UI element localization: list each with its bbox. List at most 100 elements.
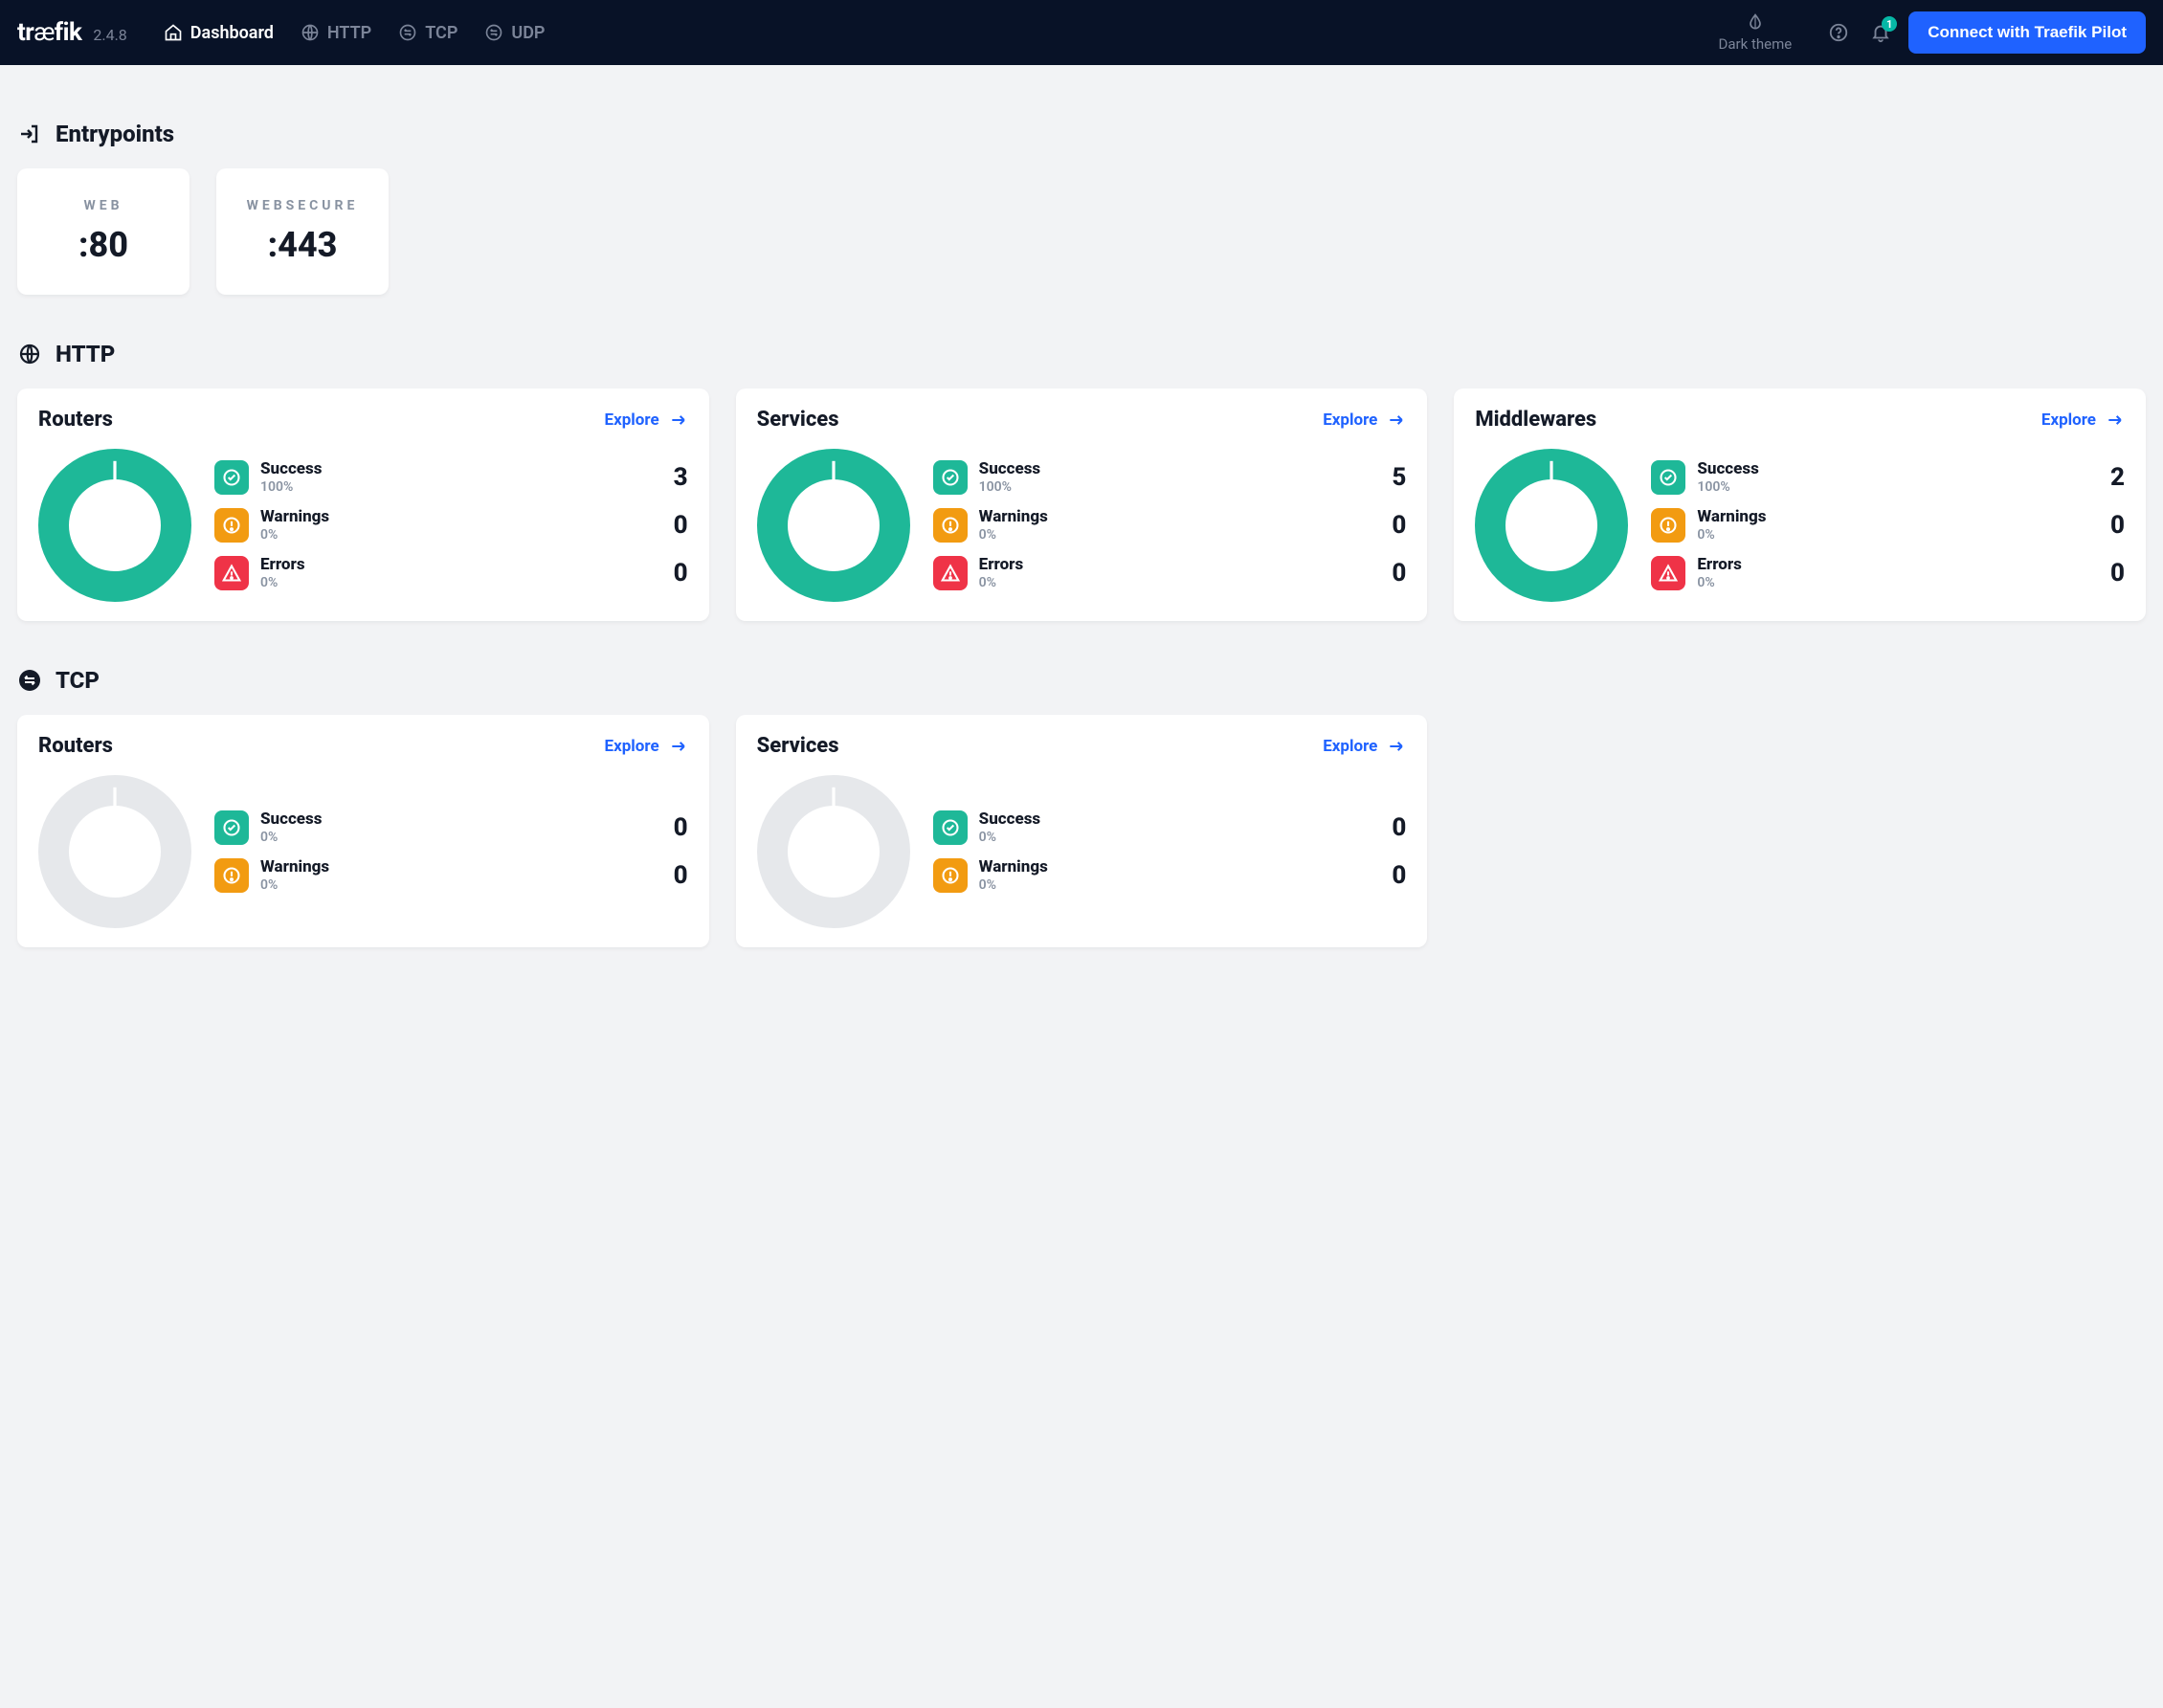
check-circle-icon (933, 460, 968, 495)
alert-circle-icon (214, 858, 249, 893)
topbar: træfik 2.4.8 Dashboard HTTP TCP UDP (0, 0, 2163, 65)
explore-label: Explore (1323, 737, 1377, 756)
header-icons: 1 (1828, 22, 1891, 43)
stats-card: Services Explore Success100% 5 Wa (736, 388, 1428, 621)
stats-card: Middlewares Explore Success100% 2 (1454, 388, 2146, 621)
entrypoint-name: WEB (83, 198, 123, 213)
stat-count: 0 (674, 861, 688, 890)
section-http-title: HTTP (56, 341, 115, 367)
stat-count: 5 (1392, 463, 1406, 492)
explore-link[interactable]: Explore (605, 410, 688, 430)
nav-dashboard[interactable]: Dashboard (164, 23, 274, 43)
stat-label: Success (260, 810, 322, 830)
stat-pct: 0% (1697, 575, 1742, 590)
section-tcp: TCP (17, 667, 2146, 694)
stat-label: Warnings (979, 508, 1048, 527)
stat-pct: 0% (260, 575, 305, 590)
stat-success: Success0% 0 (933, 810, 1407, 845)
explore-link[interactable]: Explore (605, 737, 688, 756)
arrow-right-icon (1387, 410, 1406, 430)
tcp-cards-grid: Routers Explore Success0% 0 Warni (17, 715, 2146, 947)
alert-circle-icon (933, 858, 968, 893)
stat-count: 0 (1392, 861, 1406, 890)
stat-pct: 100% (260, 479, 322, 495)
bell-icon[interactable]: 1 (1870, 22, 1891, 43)
stat-pct: 0% (979, 830, 1040, 845)
alert-circle-icon (214, 508, 249, 543)
swap-icon (484, 23, 503, 42)
check-circle-icon (214, 810, 249, 845)
entrypoint-card[interactable]: WEBSECURE :443 (216, 168, 389, 295)
explore-link[interactable]: Explore (1323, 410, 1406, 430)
explore-link[interactable]: Explore (1323, 737, 1406, 756)
stat-warnings: Warnings0% 0 (933, 508, 1407, 543)
stat-count: 0 (1392, 559, 1406, 588)
content: Entrypoints WEB :80 WEBSECURE :443 HTTP … (0, 65, 2163, 986)
nav-udp[interactable]: UDP (484, 23, 545, 43)
arrow-right-icon (669, 410, 688, 430)
stat-pct: 0% (260, 830, 322, 845)
stat-pct: 0% (1697, 527, 1766, 543)
dark-theme-toggle[interactable]: Dark theme (1719, 12, 1793, 53)
nav-dashboard-label: Dashboard (190, 23, 274, 43)
swap-icon (398, 23, 417, 42)
stat-label: Success (979, 810, 1040, 830)
swap-icon (17, 668, 42, 693)
entrypoints-row: WEB :80 WEBSECURE :443 (17, 168, 2146, 295)
donut-chart (38, 449, 191, 602)
section-http: HTTP (17, 341, 2146, 367)
main-nav: Dashboard HTTP TCP UDP (164, 23, 546, 43)
droplet-icon (1746, 12, 1765, 32)
explore-label: Explore (605, 737, 659, 756)
stats-card: Services Explore Success0% 0 Warn (736, 715, 1428, 947)
nav-http-label: HTTP (327, 23, 371, 43)
globe-icon (301, 23, 320, 42)
stat-count: 0 (1392, 813, 1406, 842)
stat-pct: 100% (1697, 479, 1758, 495)
nav-http[interactable]: HTTP (301, 23, 371, 43)
donut-chart (757, 449, 910, 602)
alert-triangle-icon (214, 556, 249, 590)
stat-errors: Errors0% 0 (933, 556, 1407, 590)
stat-pct: 0% (260, 527, 329, 543)
stat-errors: Errors0% 0 (214, 556, 688, 590)
stat-label: Errors (1697, 556, 1742, 575)
stat-count: 0 (2110, 559, 2125, 588)
entrypoint-card[interactable]: WEB :80 (17, 168, 190, 295)
connect-pilot-button[interactable]: Connect with Traefik Pilot (1908, 11, 2146, 54)
stat-count: 3 (674, 463, 688, 492)
explore-label: Explore (2041, 410, 2096, 430)
stat-success: Success0% 0 (214, 810, 688, 845)
donut-chart (38, 775, 191, 928)
alert-triangle-icon (1651, 556, 1685, 590)
home-icon (164, 23, 183, 42)
stat-label: Warnings (1697, 508, 1766, 527)
login-icon (17, 122, 42, 146)
alert-triangle-icon (933, 556, 968, 590)
stat-label: Errors (260, 556, 305, 575)
stat-count: 0 (674, 559, 688, 588)
stat-label: Warnings (260, 508, 329, 527)
alert-circle-icon (1651, 508, 1685, 543)
section-tcp-title: TCP (56, 667, 100, 694)
explore-link[interactable]: Explore (2041, 410, 2125, 430)
card-title: Routers (38, 734, 113, 758)
explore-label: Explore (605, 410, 659, 430)
card-title: Middlewares (1475, 408, 1596, 432)
stat-count: 0 (674, 813, 688, 842)
arrow-right-icon (2106, 410, 2125, 430)
arrow-right-icon (669, 737, 688, 756)
help-icon[interactable] (1828, 22, 1849, 43)
check-circle-icon (1651, 460, 1685, 495)
stat-label: Warnings (260, 858, 329, 877)
brand-logo: træfik (17, 18, 81, 47)
stat-success: Success100% 3 (214, 460, 688, 495)
stat-pct: 0% (979, 527, 1048, 543)
section-entrypoints-title: Entrypoints (56, 121, 174, 147)
check-circle-icon (214, 460, 249, 495)
nav-tcp[interactable]: TCP (398, 23, 457, 43)
http-cards-grid: Routers Explore Success100% 3 War (17, 388, 2146, 621)
stat-warnings: Warnings0% 0 (933, 858, 1407, 893)
globe-icon (17, 342, 42, 366)
stat-label: Warnings (979, 858, 1048, 877)
